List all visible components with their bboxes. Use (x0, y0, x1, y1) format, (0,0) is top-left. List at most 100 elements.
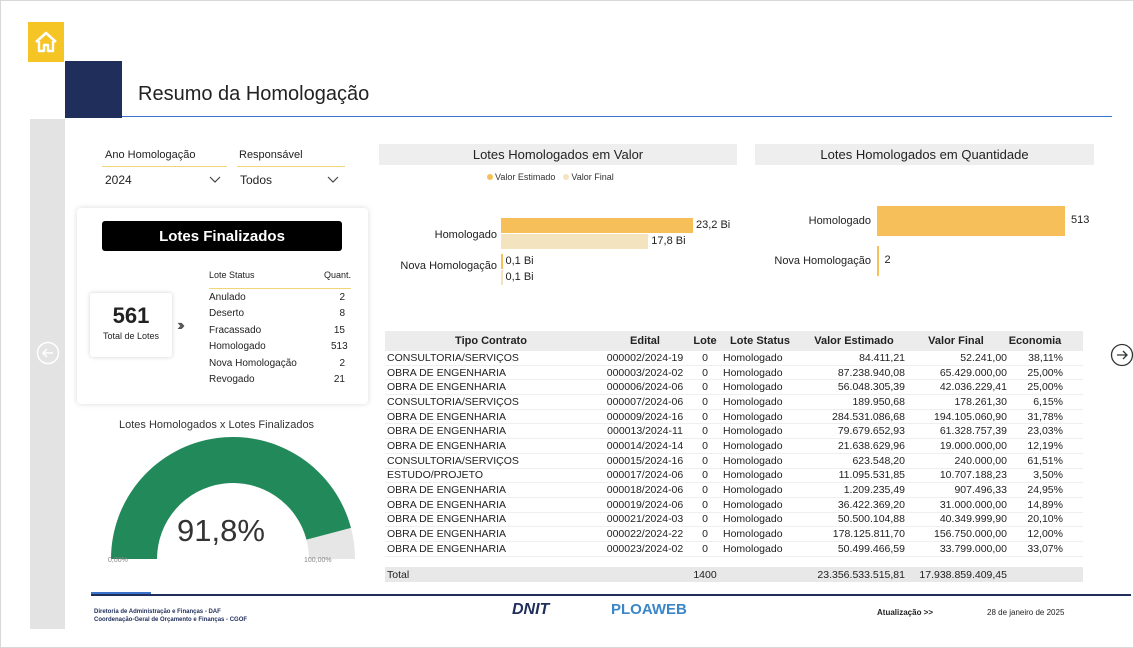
previous-page-arrow-icon[interactable] (36, 341, 60, 365)
cell-valor-final: 10.707.188,23 (939, 469, 1007, 482)
valor-bar-estimado[interactable] (501, 254, 503, 269)
cell-tipo-contrato: OBRA DE ENGENHARIA (387, 498, 507, 511)
cell-edital: 000017/2024-06 (606, 469, 684, 482)
col-header-economia[interactable]: Economia (1007, 335, 1065, 347)
table-row[interactable]: OBRA DE ENGENHARIA 000019/2024-06 0 Homolog… (385, 498, 1083, 513)
cell-valor-estimado: 623.548,20 (852, 454, 905, 467)
total-lotes-value: 561 (112, 303, 150, 328)
cell-tipo-contrato: OBRA DE ENGENHARIA (387, 513, 507, 526)
valor-bar-final[interactable] (501, 270, 503, 285)
lote-status-quant: 2 (339, 291, 345, 303)
total-valor-final: 17.938.859.409,45 (919, 568, 1007, 581)
cell-valor-final: 194.105.060,90 (934, 410, 1007, 423)
total-valor-estimado: 23.356.533.515,81 (817, 568, 905, 581)
cell-valor-estimado: 50.500.104,88 (837, 513, 905, 526)
cell-economia: 33,07% (1027, 542, 1063, 555)
col-header-lote[interactable]: Lote (693, 335, 717, 347)
table-row[interactable]: OBRA DE ENGENHARIA 000014/2024-14 0 Homolog… (385, 439, 1083, 454)
table-row[interactable]: CONSULTORIA/SERVIÇOS 000015/2024-16 0 Homol… (385, 454, 1083, 469)
double-chevron-icon: ››› (177, 317, 185, 334)
valor-bar-final[interactable] (501, 234, 649, 249)
cell-valor-final: 52.241,00 (960, 351, 1007, 364)
lote-status-row[interactable]: Nova Homologação 2 (209, 355, 351, 372)
cell-economia: 3,50% (1033, 469, 1063, 482)
quantidade-chart-title: Lotes Homologados em Quantidade (755, 144, 1094, 165)
quantidade-bar[interactable] (877, 206, 1065, 236)
cell-valor-estimado: 11.095.531,85 (838, 469, 905, 482)
lote-status-name: Revogado (209, 374, 255, 386)
table-row[interactable]: CONSULTORIA/SERVIÇOS 000007/2024-06 0 Homol… (385, 395, 1083, 410)
lote-status-name: Homologado (209, 341, 266, 353)
footer-divider (91, 594, 1131, 596)
table-row[interactable]: OBRA DE ENGENHARIA 000006/2024-06 0 Homolog… (385, 380, 1083, 396)
gauge-min-label: 0,00% (108, 557, 128, 564)
valor-chart-title: Lotes Homologados em Valor (379, 144, 737, 165)
cell-economia: 20,10% (1027, 513, 1063, 526)
cell-tipo-contrato: CONSULTORIA/SERVIÇOS (387, 351, 519, 364)
footer-org-line2: Coordenação-Geral de Orçamento e Finança… (94, 617, 248, 623)
report-page: Resumo da Homologação Ano Homologação 20… (0, 0, 1134, 648)
ano-filter-dropdown[interactable]: 2024 (102, 166, 227, 192)
table-row[interactable]: ESTUDO/PROJETO 000017/2024-06 0 Homologado 1… (385, 469, 1083, 484)
col-header-valor-final[interactable]: Valor Final (905, 335, 1007, 347)
col-header-tipo-contrato[interactable]: Tipo Contrato (385, 335, 597, 347)
cell-edital: 000013/2024-11 (607, 425, 683, 438)
cell-lote: 0 (702, 410, 708, 423)
lote-status-row[interactable]: Homologado 513 (209, 339, 351, 356)
col-header-valor-estimado[interactable]: Valor Estimado (803, 335, 905, 347)
valor-data-label: 0,1 Bi (505, 255, 534, 267)
cell-lote: 0 (702, 439, 708, 452)
legend-item-valor-estimado[interactable]: Valor Estimado (487, 172, 555, 182)
cell-lote-status: Homologado (723, 381, 783, 394)
lote-status-row[interactable]: Fracassado 15 (209, 322, 351, 339)
total-lote: 1400 (693, 568, 717, 581)
page-title: Resumo da Homologação (138, 83, 370, 105)
col-header-lote-status[interactable]: Lote Status (717, 335, 803, 347)
table-row[interactable]: OBRA DE ENGENHARIA 000023/2024-02 0 Homolog… (385, 542, 1083, 557)
col-header-lote-status[interactable]: Lote Status (209, 270, 255, 286)
cell-economia: 31,78% (1027, 410, 1063, 423)
cell-valor-estimado: 84.411,21 (859, 351, 905, 364)
cell-lote-status: Homologado (723, 498, 783, 511)
cell-economia: 14,89% (1027, 498, 1063, 511)
col-header-edital[interactable]: Edital (597, 335, 693, 347)
table-row[interactable]: OBRA DE ENGENHARIA 000003/2024-02 0 Homolog… (385, 366, 1083, 381)
chevron-down-icon (327, 176, 339, 183)
cell-economia: 61,51% (1027, 454, 1063, 467)
legend-item-valor-final[interactable]: Valor Final (563, 172, 614, 182)
cell-valor-final: 33.799.000,00 (939, 542, 1007, 555)
cell-valor-estimado: 50.499.466,59 (837, 542, 905, 555)
cell-lote-status: Homologado (723, 528, 783, 541)
home-button[interactable] (28, 22, 64, 62)
gauge-value: 91,8% (177, 513, 265, 548)
responsavel-filter-dropdown[interactable]: Todos (237, 166, 345, 192)
quantidade-bar[interactable] (877, 246, 879, 276)
table-row[interactable]: OBRA DE ENGENHARIA 000013/2024-11 0 Homolog… (385, 424, 1083, 440)
cell-edital: 000023/2024-02 (606, 542, 684, 555)
table-row[interactable]: OBRA DE ENGENHARIA 000022/2024-22 0 Homolog… (385, 527, 1083, 542)
next-page-arrow-icon[interactable] (1110, 343, 1134, 367)
cell-economia: 12,19% (1027, 439, 1063, 452)
valor-bar-estimado[interactable] (501, 218, 693, 233)
ano-filter-label: Ano Homologação (105, 149, 196, 161)
cell-lote: 0 (702, 542, 708, 555)
col-header-quant[interactable]: Quant. (324, 270, 351, 286)
table-row[interactable]: OBRA DE ENGENHARIA 000018/2024-06 0 Homolog… (385, 483, 1083, 498)
lote-status-row[interactable]: Deserto 8 (209, 306, 351, 323)
cell-lote: 0 (702, 528, 708, 541)
lote-status-name: Fracassado (209, 324, 262, 336)
cell-lote-status: Homologado (723, 513, 783, 526)
table-row[interactable]: CONSULTORIA/SERVIÇOS 000002/2024-19 0 Homol… (385, 351, 1083, 366)
cell-valor-estimado: 178.125.811,70 (832, 528, 905, 541)
cell-lote-status: Homologado (723, 425, 783, 438)
cell-tipo-contrato: ESTUDO/PROJETO (387, 469, 484, 482)
cell-edital: 000009/2024-16 (606, 410, 684, 423)
cell-valor-estimado: 284.531.086,68 (832, 410, 905, 423)
cell-valor-final: 156.750.000,00 (934, 528, 1007, 541)
table-row[interactable]: OBRA DE ENGENHARIA 000009/2024-16 0 Homolog… (385, 410, 1083, 425)
lote-status-row[interactable]: Revogado 21 (209, 372, 351, 389)
cell-tipo-contrato: OBRA DE ENGENHARIA (387, 425, 507, 438)
lote-status-row[interactable]: Anulado 2 (209, 289, 351, 306)
table-row[interactable]: OBRA DE ENGENHARIA 000021/2024-03 0 Homolog… (385, 513, 1083, 528)
home-icon (35, 31, 57, 53)
